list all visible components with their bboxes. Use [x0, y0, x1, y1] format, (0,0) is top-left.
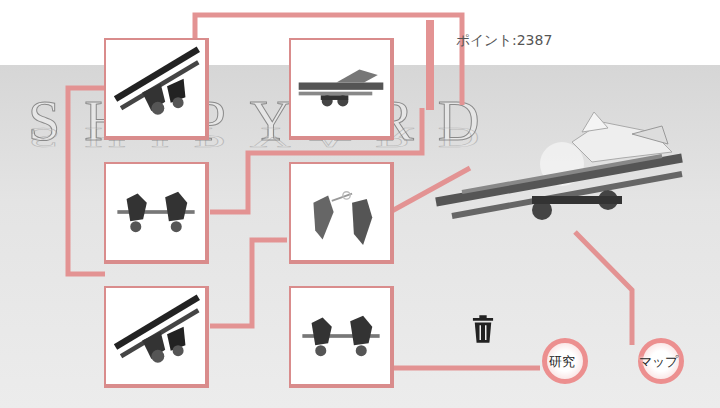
- button-label: マップ: [639, 353, 678, 371]
- part-card[interactable]: [289, 286, 394, 388]
- part-card[interactable]: [289, 162, 394, 264]
- long-ship-icon: [110, 42, 202, 134]
- cannon-ship-icon: [295, 42, 387, 134]
- part-card[interactable]: [104, 286, 209, 388]
- menu-button[interactable]: 研究: [536, 336, 588, 384]
- long-ship-icon: [110, 290, 202, 382]
- shipyard-screen: SHIPYARDSHIPYARDポイント:2387研究マップ: [0, 0, 720, 408]
- part-card[interactable]: [289, 38, 394, 140]
- action-buttons: 研究 マップ: [536, 336, 684, 384]
- trash-icon[interactable]: [472, 314, 494, 344]
- part-card[interactable]: [104, 38, 209, 140]
- twin-mech-icon: [110, 166, 202, 258]
- ship-preview: [432, 112, 712, 242]
- part-card[interactable]: [104, 162, 209, 264]
- button-label: 研究: [549, 353, 575, 371]
- turret-part-icon: [295, 166, 387, 258]
- menu-button[interactable]: マップ: [632, 336, 684, 384]
- twin-mech-icon: [295, 290, 387, 382]
- points-counter: ポイント:2387: [456, 32, 552, 50]
